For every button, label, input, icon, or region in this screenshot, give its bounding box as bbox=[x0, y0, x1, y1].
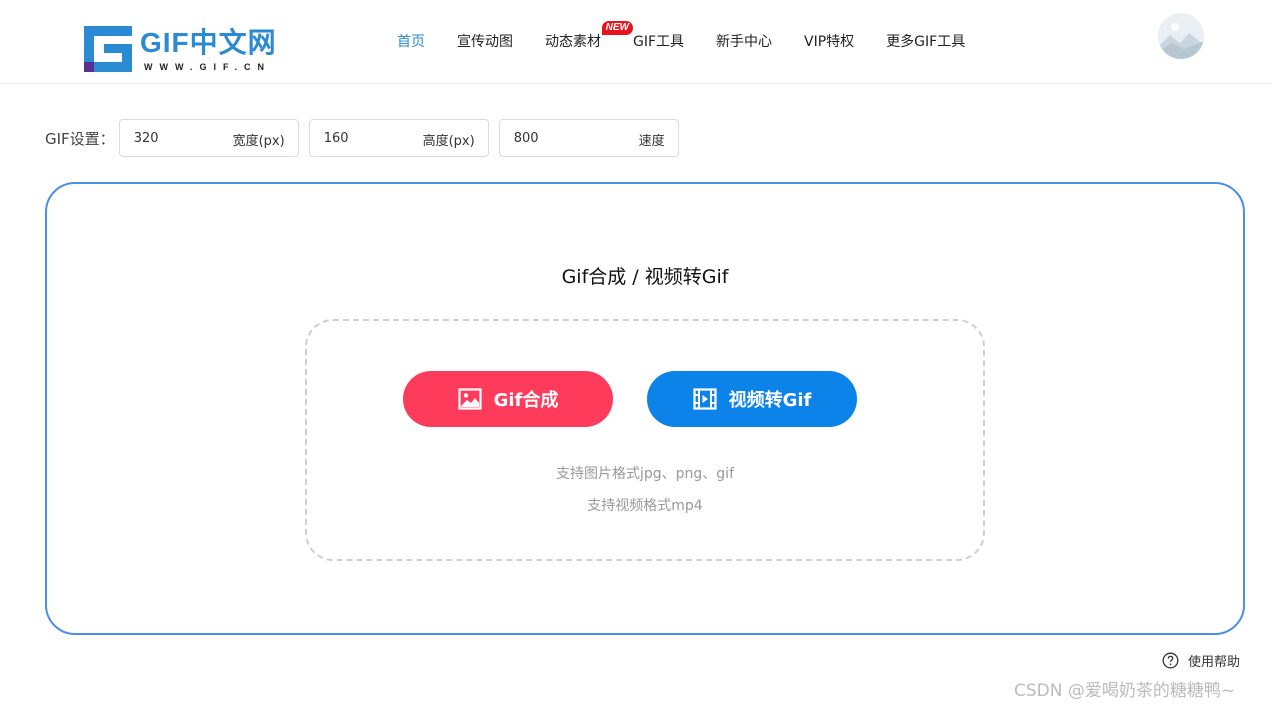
site-logo[interactable]: GIF中文网 WWW.GIF.CN bbox=[84, 26, 284, 74]
brand-name: GIF中文网 bbox=[140, 27, 277, 58]
file-drop-zone[interactable]: Gif合成 视频转Gif 支持图片格式jpg、png、gif 支持视频格式mp4 bbox=[305, 319, 985, 561]
height-input[interactable] bbox=[323, 120, 414, 156]
width-input[interactable] bbox=[133, 120, 224, 156]
new-badge: NEW bbox=[601, 21, 633, 35]
film-icon bbox=[693, 388, 717, 410]
speed-input[interactable] bbox=[513, 120, 604, 156]
video-format-hint: 支持视频格式mp4 bbox=[587, 498, 703, 514]
brand-domain: WWW.GIF.CN bbox=[144, 62, 271, 72]
main-nav: 首页 宣传动图 动态素材 NEW GIF工具 新手中心 VIP特权 更多GIF工… bbox=[397, 21, 997, 53]
width-setting: 宽度(px) bbox=[118, 119, 299, 157]
height-unit-label: 高度(px) bbox=[422, 134, 475, 149]
video-to-gif-label: 视频转Gif bbox=[728, 390, 812, 411]
nav-item-vip[interactable]: VIP特权 bbox=[804, 31, 854, 53]
help-link[interactable]: 使用帮助 bbox=[1162, 651, 1240, 670]
nav-item-more-tools[interactable]: 更多GIF工具 bbox=[886, 31, 965, 53]
speed-setting: 速度 bbox=[498, 119, 679, 157]
avatar-image bbox=[1158, 13, 1204, 59]
settings-label: GIF设置： bbox=[45, 129, 115, 148]
nav-item-dynamic-assets[interactable]: 动态素材 NEW bbox=[545, 21, 633, 53]
speed-unit-label: 速度 bbox=[638, 134, 665, 149]
nav-item-home[interactable]: 首页 bbox=[397, 31, 425, 53]
question-circle-icon bbox=[1162, 652, 1179, 669]
gif-compose-button[interactable]: Gif合成 bbox=[403, 371, 613, 427]
top-header: GIF中文网 WWW.GIF.CN 首页 宣传动图 动态素材 NEW GIF工具… bbox=[0, 0, 1272, 84]
image-icon bbox=[458, 388, 482, 410]
gif-compose-label: Gif合成 bbox=[493, 390, 559, 411]
watermark-text: CSDN @爱喝奶茶的糖糖鸭~ bbox=[1014, 681, 1236, 701]
panel-title: Gif合成 / 视频转Gif bbox=[561, 266, 729, 288]
height-setting: 高度(px) bbox=[308, 119, 489, 157]
nav-item-gif-tools[interactable]: GIF工具 bbox=[633, 31, 684, 53]
user-avatar[interactable] bbox=[1158, 13, 1204, 59]
upload-panel: Gif合成 / 视频转Gif Gif合成 视频转Gif 支持图片格式jpg、pn… bbox=[45, 182, 1245, 635]
nav-item-promo-gifs[interactable]: 宣传动图 bbox=[457, 31, 513, 53]
image-format-hint: 支持图片格式jpg、png、gif bbox=[555, 466, 734, 482]
width-unit-label: 宽度(px) bbox=[232, 134, 285, 149]
gif-logo-icon bbox=[84, 26, 132, 72]
video-to-gif-button[interactable]: 视频转Gif bbox=[647, 371, 857, 427]
gif-settings: GIF设置： 宽度(px) 高度(px) 速度 bbox=[45, 119, 689, 157]
nav-item-beginner-center[interactable]: 新手中心 bbox=[716, 31, 772, 53]
help-label: 使用帮助 bbox=[1188, 655, 1241, 670]
nav-item-label: 动态素材 bbox=[545, 34, 601, 50]
